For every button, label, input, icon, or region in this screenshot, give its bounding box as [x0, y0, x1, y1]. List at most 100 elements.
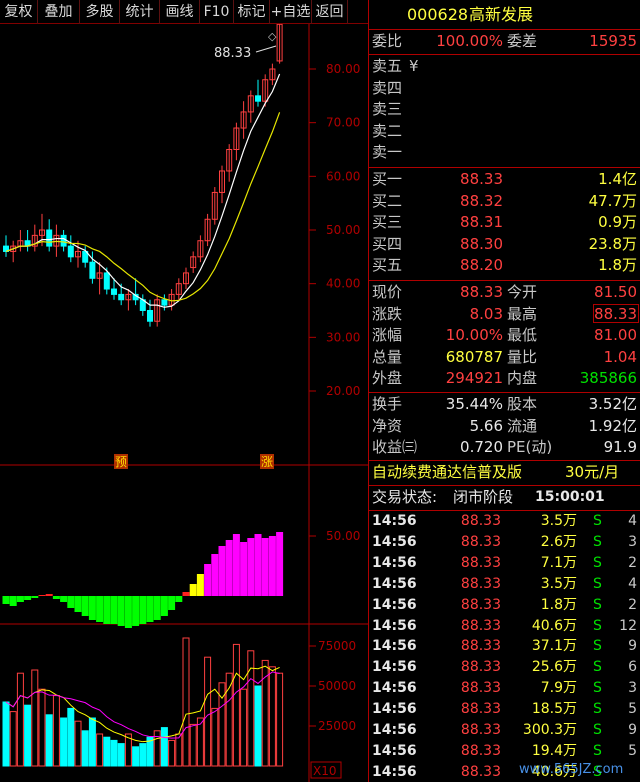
trade-time: 14:56: [372, 596, 417, 613]
buy-level-5: 买五 88.20 1.8万: [369, 255, 640, 276]
trade-side: S: [593, 722, 602, 738]
macd-bar: [38, 595, 46, 596]
volume-bar: [160, 727, 168, 767]
volume-bar: [103, 736, 111, 767]
price-axis-label: 30.00: [326, 330, 360, 344]
volume-bar: [139, 743, 147, 767]
subscription-ad-link[interactable]: 自动续费通达信普及版 30元/月: [369, 462, 640, 484]
level-volume: 0.9万: [598, 213, 637, 232]
liutong-value: 1.92亿: [588, 416, 637, 435]
toolbar-button-0[interactable]: 复权: [0, 0, 38, 24]
toolbar-button-7[interactable]: +自选: [270, 0, 312, 24]
xianjia-label: 现价: [372, 283, 403, 301]
candle-body: [147, 310, 153, 322]
level-volume: 47.7万: [588, 191, 637, 210]
macd-bar: [110, 596, 118, 624]
zongliang-label: 总量: [372, 347, 403, 366]
neipan-value: 385866: [579, 369, 637, 388]
divider: [369, 460, 640, 461]
chart-area[interactable]: 80.00 70.00 60.00 50.00 40.00 30.00 20.00 88.33…: [0, 23, 368, 782]
macd-bar: [103, 596, 111, 624]
divider: [369, 167, 640, 168]
trade-time: 14:56: [372, 617, 417, 634]
level-volume: 1.4亿: [598, 170, 637, 188]
level-label: 买四: [372, 234, 403, 253]
toolbar-button-4[interactable]: 画线: [160, 0, 200, 24]
trade-price: 88.33: [460, 722, 501, 738]
trade-count: 2: [628, 596, 637, 613]
liangbi-label: 量比: [507, 347, 538, 366]
zongliang-value: 680787: [445, 347, 503, 366]
macd-bar: [139, 596, 147, 624]
quote-panel: 000628 高新发展 委比 100.00% 委差 15935 卖五 ¥ 卖四 卖三卖…: [368, 0, 640, 782]
macd-bar: [160, 596, 168, 616]
volume-bar: [67, 707, 75, 767]
zhangdie-value: 8.03: [469, 304, 503, 323]
macd-bar: [211, 554, 219, 596]
zuidi-label: 最低: [507, 326, 538, 345]
trade-row: 14:56 88.33 25.6万 S 6: [369, 657, 640, 678]
trade-row: 14:56 88.33 1.8万 S 2: [369, 595, 640, 616]
trade-volume: 19.4万: [531, 742, 577, 759]
volume-bar: [2, 701, 10, 767]
macd-bar: [117, 596, 125, 626]
toolbar-button-2[interactable]: 多股: [80, 0, 120, 24]
stock-title: 000628 高新发展: [369, 4, 640, 26]
marker-zhang: 涨: [261, 454, 273, 469]
sell-level-2: 卖四: [369, 78, 640, 99]
trade-time: 14:56: [372, 701, 417, 718]
trade-side: S: [593, 638, 602, 655]
volume-bar: [24, 704, 32, 767]
level-volume: 23.8万: [588, 234, 637, 253]
trade-time: 14:56: [372, 513, 417, 529]
trade-status-value: 闭市阶段: [453, 488, 514, 506]
volume-bar: [261, 659, 269, 767]
volume-bar: [52, 695, 60, 767]
jingzi-value: 5.66: [469, 416, 503, 435]
level-price: 88.20: [460, 256, 503, 275]
toolbar-button-3[interactable]: 统计: [120, 0, 160, 24]
volume-bar: [81, 730, 89, 767]
candle-body: [161, 299, 168, 306]
candle-body: [255, 95, 261, 102]
trade-row: 14:56 88.33 37.1万 S 9: [369, 636, 640, 657]
zuidi-value: 81.00: [594, 326, 637, 345]
macd-bar: [60, 596, 68, 602]
macd-bar: [225, 540, 233, 596]
toolbar-button-5[interactable]: F10: [200, 0, 234, 24]
trade-side: S: [593, 742, 602, 759]
high-price-label: 88.33: [214, 46, 251, 61]
toolbar-button-6[interactable]: 标记: [234, 0, 270, 24]
trade-row: 14:56 88.33 40.6万 S 12: [369, 616, 640, 637]
trade-time: 14:56: [372, 659, 417, 676]
trade-side: S: [593, 701, 602, 718]
level-label: 卖三: [372, 100, 403, 119]
volume-bar: [9, 711, 17, 767]
liutong-label: 流通: [507, 416, 538, 435]
price-axis-label: 40.00: [326, 277, 360, 291]
trade-volume: 37.1万: [531, 638, 577, 655]
macd-bar: [24, 596, 32, 600]
trade-count: 9: [628, 638, 637, 655]
level-price: 88.32: [460, 191, 503, 210]
trade-count: 3: [628, 533, 637, 550]
quote-row-zhangfu: 涨幅 10.00% 最低 81.00: [369, 325, 640, 346]
candle-body: [111, 288, 117, 295]
volume-bar: [117, 743, 125, 767]
trade-time: 14:56: [372, 575, 417, 592]
toolbar-button-8[interactable]: 返回: [312, 0, 348, 24]
level-label: 卖五: [372, 57, 403, 75]
trade-volume: 3.5万: [540, 513, 577, 529]
volume-bar: [38, 688, 46, 767]
trade-volume: 25.6万: [531, 659, 577, 676]
trade-side: S: [593, 575, 602, 592]
sell-level-3: 卖三: [369, 99, 640, 120]
volume-bar: [268, 666, 276, 767]
macd-bar: [168, 596, 176, 610]
neipan-label: 内盘: [507, 369, 538, 388]
trade-row: 14:56 88.33 18.5万 S 5: [369, 699, 640, 720]
toolbar-button-1[interactable]: 叠加: [38, 0, 80, 24]
kline-chart-svg[interactable]: 80.00 70.00 60.00 50.00 40.00 30.00 20.00 88.33…: [0, 23, 368, 782]
macd-bar: [276, 532, 284, 596]
candle-body: [60, 234, 67, 247]
